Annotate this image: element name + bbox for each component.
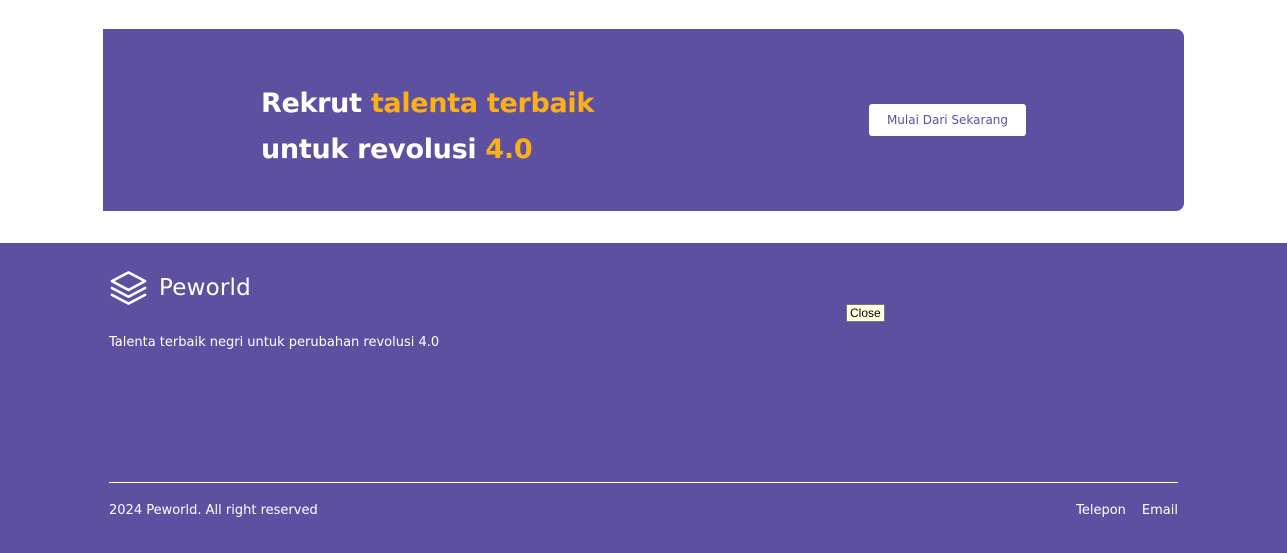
footer: Peworld Talenta terbaik negri untuk peru… [0, 243, 1287, 553]
cta-banner: Rekrut talenta terbaik untuk revolusi 4.… [103, 29, 1184, 211]
cta-title-line1-prefix: Rekrut [261, 88, 371, 119]
copyright-text: 2024 Peworld. All right reserved [109, 503, 318, 518]
cta-title-line2-prefix: untuk revolusi [261, 134, 486, 165]
footer-link-email[interactable]: Email [1142, 503, 1178, 518]
layers-icon [110, 271, 147, 305]
footer-tagline: Talenta terbaik negri untuk perubahan re… [109, 335, 440, 350]
page: Rekrut talenta terbaik untuk revolusi 4.… [0, 0, 1287, 553]
cta-title-line2-accent: 4.0 [485, 134, 533, 165]
footer-links: Telepon Email [1076, 503, 1178, 518]
start-now-button[interactable]: Mulai Dari Sekarang [869, 104, 1026, 136]
logo-text: Peworld [159, 275, 251, 301]
close-tooltip: Close [846, 304, 885, 322]
footer-logo[interactable]: Peworld [109, 269, 251, 307]
footer-divider [109, 482, 1178, 483]
cta-title: Rekrut talenta terbaik untuk revolusi 4.… [261, 81, 594, 173]
cta-title-line1-accent: talenta terbaik [370, 88, 595, 119]
footer-link-telepon[interactable]: Telepon [1076, 503, 1126, 518]
